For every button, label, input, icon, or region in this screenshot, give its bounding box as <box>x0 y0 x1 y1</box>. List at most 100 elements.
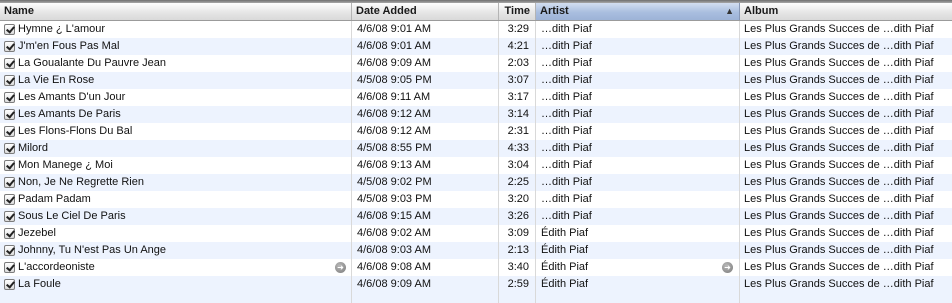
song-name: Mon Manege ¿ Moi <box>18 159 113 171</box>
song-name-cell: J'm'en Fous Pas Mal <box>0 38 352 55</box>
song-name: Hymne ¿ L'amour <box>18 23 106 35</box>
song-enabled-checkbox[interactable] <box>4 75 15 86</box>
song-enabled-checkbox[interactable] <box>4 143 15 154</box>
album-cell: Les Plus Grands Succes de …dith Piaf <box>744 91 934 103</box>
album-cell: Les Plus Grands Succes de …dith Piaf <box>744 227 934 239</box>
song-name: La Foule <box>18 278 61 290</box>
time-cell: 3:17 <box>499 89 536 106</box>
song-row[interactable]: Non, Je Ne Regrette Rien 4/5/08 9:02 PM 2:… <box>0 174 952 191</box>
song-row[interactable]: Milord 4/5/08 8:55 PM 4:33 …dith Piaf Les Pl… <box>0 140 952 157</box>
column-header-album[interactable]: Album <box>740 3 952 20</box>
date-added-cell: 4/6/08 9:01 AM <box>352 38 499 55</box>
song-row[interactable]: Mon Manege ¿ Moi 4/6/08 9:13 AM 3:04 …dith … <box>0 157 952 174</box>
song-enabled-checkbox[interactable] <box>4 245 15 256</box>
song-enabled-checkbox[interactable] <box>4 92 15 103</box>
column-header-date-added[interactable]: Date Added <box>352 3 499 20</box>
date-added-cell: 4/6/08 9:01 AM <box>352 21 499 38</box>
column-header-time[interactable]: Time <box>499 3 536 20</box>
go-to-song-arrow-icon[interactable]: ➜ <box>335 262 346 273</box>
song-enabled-checkbox[interactable] <box>4 228 15 239</box>
artist-cell: Édith Piaf <box>536 276 740 293</box>
column-header-artist-label: Artist <box>540 5 569 17</box>
song-row[interactable]: J'm'en Fous Pas Mal 4/6/08 9:01 AM 4:21 …di… <box>0 38 952 55</box>
song-name: La Goualante Du Pauvre Jean <box>18 57 166 69</box>
date-added-cell: 4/5/08 9:03 PM <box>352 191 499 208</box>
album-cell: Les Plus Grands Succes de …dith Piaf <box>744 40 934 52</box>
artist-cell: …dith Piaf <box>536 174 740 191</box>
song-name-cell: Non, Je Ne Regrette Rien <box>0 174 352 191</box>
song-row[interactable]: Les Amants D'un Jour 4/6/08 9:11 AM 3:17 …d… <box>0 89 952 106</box>
artist-cell: Édith Piaf <box>536 225 740 242</box>
sort-ascending-icon: ▲ <box>725 6 734 16</box>
song-row[interactable]: La Goualante Du Pauvre Jean 4/6/08 9:09 A… <box>0 55 952 72</box>
song-row[interactable]: La Foule 4/6/08 9:09 AM 2:59 Édith Piaf Les … <box>0 276 952 293</box>
song-enabled-checkbox[interactable] <box>4 160 15 171</box>
date-added-cell: 4/5/08 9:02 PM <box>352 174 499 191</box>
album-cell: Les Plus Grands Succes de …dith Piaf <box>744 278 934 290</box>
song-row[interactable]: Sous Le Ciel De Paris 4/6/08 9:15 AM 3:26…… <box>0 208 952 225</box>
song-enabled-checkbox[interactable] <box>4 262 15 273</box>
song-name: Milord <box>18 142 48 154</box>
date-added-cell: 4/6/08 9:15 AM <box>352 208 499 225</box>
song-name: Sous Le Ciel De Paris <box>18 210 126 222</box>
empty-cell <box>352 293 499 303</box>
song-list: Name Date Added Time Artist ▲ Album Hymn… <box>0 3 952 303</box>
song-enabled-checkbox[interactable] <box>4 58 15 69</box>
song-row[interactable]: L'accordeoniste 4/6/08 9:08 AM 3:40 Édith P… <box>0 259 952 276</box>
album-cell: Les Plus Grands Succes de …dith Piaf <box>744 193 934 205</box>
song-name-cell: Les Flons-Flons Du Bal <box>0 123 352 140</box>
album-cell: Les Plus Grands Succes de …dith Piaf <box>744 261 934 273</box>
date-added-cell: 4/6/08 9:09 AM <box>352 55 499 72</box>
artist-cell: …dith Piaf <box>536 140 740 157</box>
song-name-cell: Milord <box>0 140 352 157</box>
song-enabled-checkbox[interactable] <box>4 194 15 205</box>
column-header-artist[interactable]: Artist ▲ <box>536 3 740 20</box>
song-row[interactable]: Johnny, Tu N'est Pas Un Ange 4/6/08 9:03 … <box>0 242 952 259</box>
song-enabled-checkbox[interactable] <box>4 126 15 137</box>
artist-cell: …dith Piaf <box>536 191 740 208</box>
song-row[interactable]: Les Flons-Flons Du Bal 4/6/08 9:12 AM 2:31… <box>0 123 952 140</box>
album-cell: Les Plus Grands Succes de …dith Piaf <box>744 23 934 35</box>
date-added-cell: 4/6/08 9:11 AM <box>352 89 499 106</box>
song-enabled-checkbox[interactable] <box>4 211 15 222</box>
date-added-cell: 4/6/08 9:12 AM <box>352 106 499 123</box>
artist-cell: …dith Piaf <box>536 72 740 89</box>
artist-cell: …dith Piaf <box>536 21 740 38</box>
song-row[interactable]: Les Amants De Paris 4/6/08 9:12 AM 3:14 …di… <box>0 106 952 123</box>
artist-cell: …dith Piaf <box>536 106 740 123</box>
song-name: La Vie En Rose <box>18 74 95 86</box>
album-cell: Les Plus Grands Succes de …dith Piaf <box>744 74 934 86</box>
time-cell: 3:07 <box>499 72 536 89</box>
empty-cell <box>740 293 952 303</box>
artist-cell: …dith Piaf <box>536 208 740 225</box>
album-cell: Les Plus Grands Succes de …dith Piaf <box>744 176 934 188</box>
album-cell: Les Plus Grands Succes de …dith Piaf <box>744 125 934 137</box>
empty-cell <box>499 293 536 303</box>
date-added-cell: 4/6/08 9:02 AM <box>352 225 499 242</box>
song-enabled-checkbox[interactable] <box>4 109 15 120</box>
artist-cell: …dith Piaf <box>536 38 740 55</box>
song-name-cell: Les Amants D'un Jour <box>0 89 352 106</box>
song-enabled-checkbox[interactable] <box>4 41 15 52</box>
date-added-cell: 4/6/08 9:03 AM <box>352 242 499 259</box>
artist-cell: Édith Piaf <box>536 242 740 259</box>
song-row[interactable]: La Vie En Rose 4/5/08 9:05 PM 3:07 …dith Pi… <box>0 72 952 89</box>
time-cell: 3:09 <box>499 225 536 242</box>
artist-cell: …dith Piaf <box>536 123 740 140</box>
date-added-cell: 4/6/08 9:13 AM <box>352 157 499 174</box>
song-enabled-checkbox[interactable] <box>4 177 15 188</box>
time-cell: 3:29 <box>499 21 536 38</box>
song-enabled-checkbox[interactable] <box>4 279 15 290</box>
song-row[interactable]: Hymne ¿ L'amour 4/6/08 9:01 AM 3:29 …dith P… <box>0 21 952 38</box>
column-header-name[interactable]: Name <box>0 3 352 20</box>
time-cell: 2:31 <box>499 123 536 140</box>
song-name-cell: Hymne ¿ L'amour <box>0 21 352 38</box>
song-row[interactable]: Padam Padam 4/5/08 9:03 PM 3:20 …dith Piaf L… <box>0 191 952 208</box>
date-added-cell: 4/5/08 8:55 PM <box>352 140 499 157</box>
song-name-cell: Padam Padam <box>0 191 352 208</box>
time-cell: 3:40 <box>499 259 536 276</box>
song-row[interactable]: Jezebel 4/6/08 9:02 AM 3:09 Édith Piaf Les P… <box>0 225 952 242</box>
song-enabled-checkbox[interactable] <box>4 24 15 35</box>
song-name: L'accordeoniste <box>18 261 95 273</box>
go-to-artist-arrow-icon[interactable]: ➜ <box>722 262 733 273</box>
